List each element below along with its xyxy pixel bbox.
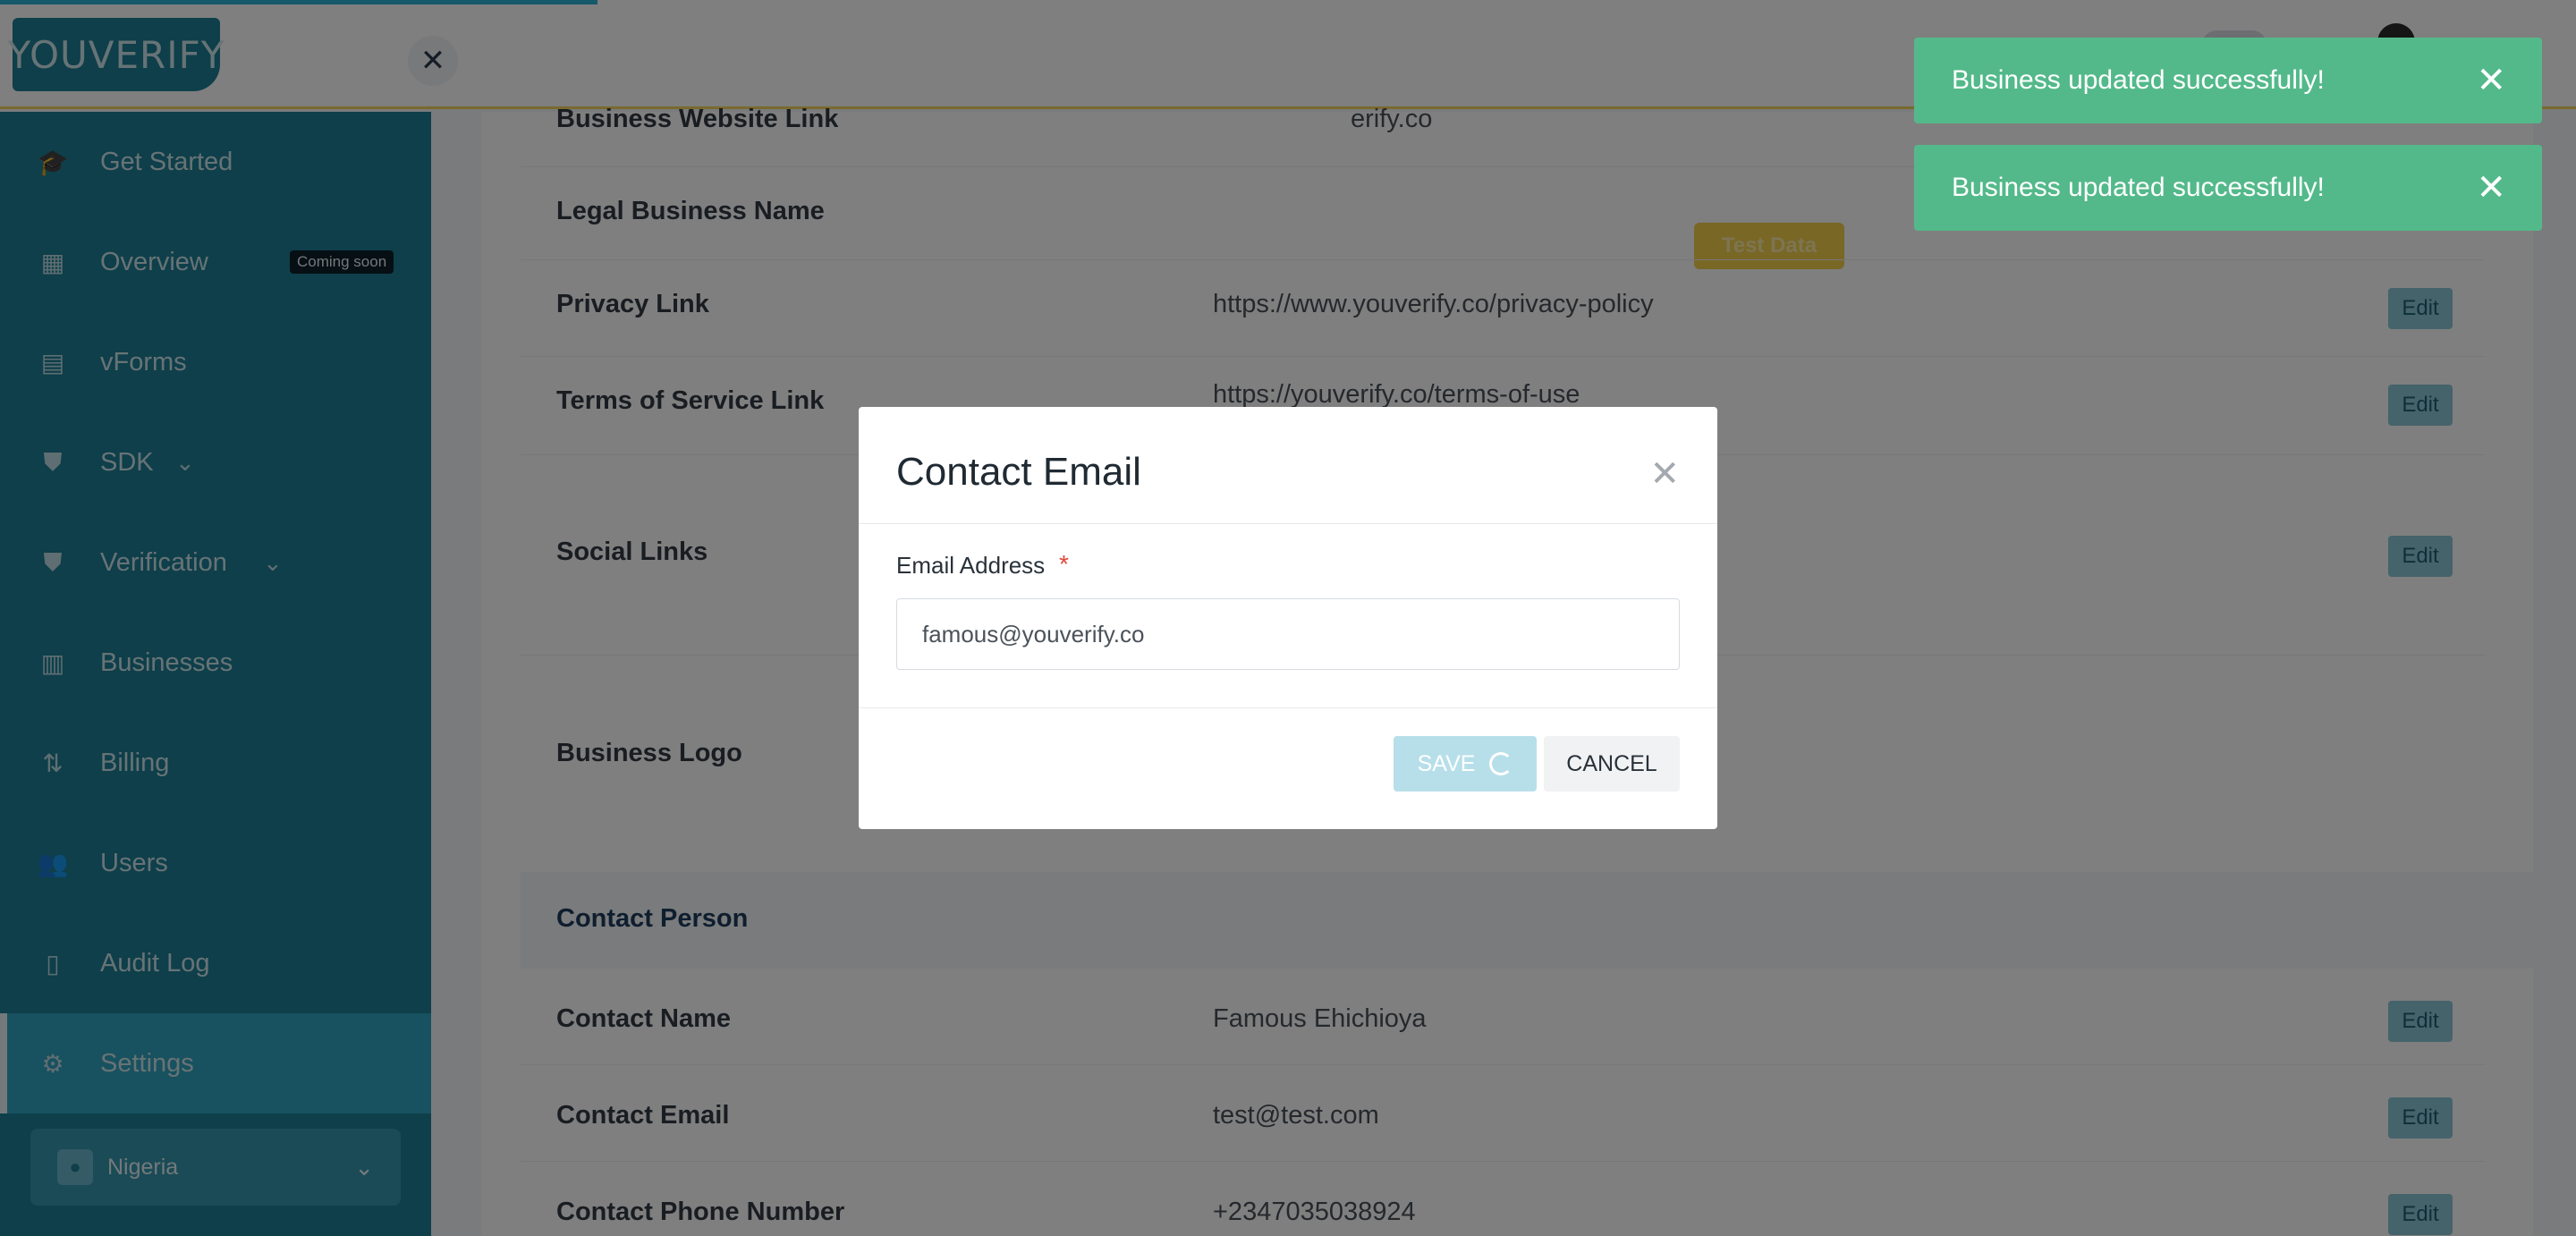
contact-email-modal: Contact Email ✕ Email Address * SAVE CAN… bbox=[859, 407, 1717, 829]
toast-message: Business updated successfully! bbox=[1952, 173, 2325, 202]
required-marker: * bbox=[1059, 550, 1069, 578]
save-button[interactable]: SAVE bbox=[1394, 736, 1537, 792]
divider bbox=[859, 707, 1717, 708]
close-icon[interactable]: ✕ bbox=[2476, 167, 2506, 208]
toast-message: Business updated successfully! bbox=[1952, 65, 2325, 95]
email-field-label: Email Address bbox=[896, 552, 1046, 579]
page: YOUVERIFY ✕ 🎓 Get Started ▦ Overview Com… bbox=[0, 0, 2576, 1236]
loading-spinner-icon bbox=[1489, 752, 1513, 775]
save-button-label: SAVE bbox=[1417, 750, 1476, 776]
success-toast: Business updated successfully! ✕ bbox=[1914, 145, 2542, 231]
divider bbox=[859, 523, 1717, 524]
email-field[interactable] bbox=[896, 598, 1680, 670]
cancel-button[interactable]: CANCEL bbox=[1544, 736, 1680, 792]
close-icon[interactable]: ✕ bbox=[2476, 60, 2506, 101]
modal-title: Contact Email bbox=[896, 450, 1141, 494]
success-toast: Business updated successfully! ✕ bbox=[1914, 38, 2542, 123]
close-icon[interactable]: ✕ bbox=[1649, 453, 1680, 495]
